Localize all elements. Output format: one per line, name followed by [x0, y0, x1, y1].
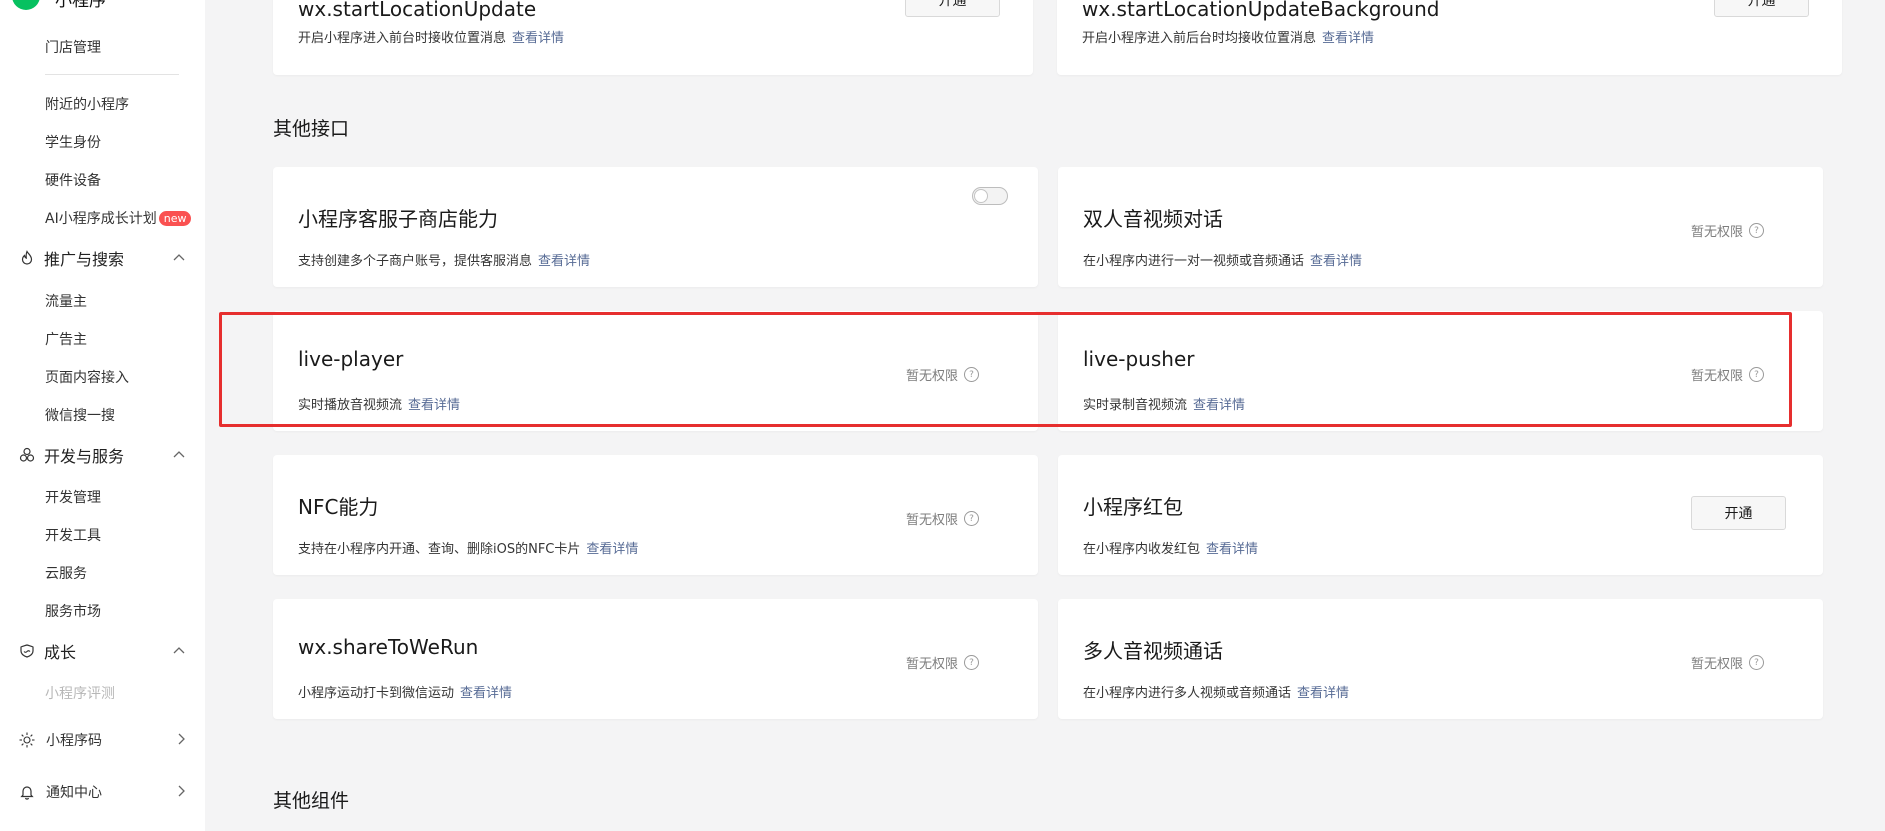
api-card-desc: 开启小程序进入前后台时均接收位置消息 查看详情 — [1082, 31, 1375, 46]
api-card-start-location-update-bg: wx.startLocationUpdateBackground 开启小程序进入… — [1057, 0, 1842, 75]
help-icon[interactable]: ? — [1749, 655, 1765, 670]
sidebar-item-advertiser[interactable]: 广告主 — [45, 329, 87, 349]
api-card-desc: 开启小程序进入前台时接收位置消息 查看详情 — [298, 31, 565, 46]
chevron-right-icon — [174, 731, 188, 750]
sidebar-item-hardware[interactable]: 硬件设备 — [45, 170, 101, 190]
enable-button[interactable]: 开通 — [905, 0, 1000, 17]
sidebar-item-label: AI小程序成长计划 — [45, 211, 157, 227]
no-permission-status: 暂无权限? — [1691, 221, 1765, 240]
chevron-right-icon — [174, 783, 188, 802]
sidebar-group-dev[interactable]: 开发与服务 — [18, 443, 188, 467]
api-card-desc: 小程序运动打卡到微信运动 查看详情 — [298, 686, 513, 701]
api-card-red-packet: 小程序红包 在小程序内收发红包 查看详情 开通 — [1058, 455, 1823, 575]
sidebar-item-store[interactable]: 门店管理 — [45, 37, 101, 57]
sidebar-item-page-content[interactable]: 页面内容接入 — [45, 367, 129, 387]
enable-button[interactable]: 开通 — [1691, 496, 1786, 530]
view-details-link[interactable]: 查看详情 — [538, 254, 590, 269]
api-card-title: wx.shareToWeRun — [298, 635, 479, 659]
highlight-annotation-box — [219, 312, 1792, 427]
sidebar-item-dev-tools[interactable]: 开发工具 — [45, 525, 101, 545]
chevron-up-icon[interactable] — [170, 446, 188, 464]
help-icon[interactable]: ? — [1749, 223, 1765, 238]
api-card-multi-av: 多人音视频通话 在小程序内进行多人视频或音频通话 查看详情 暂无权限? — [1058, 599, 1823, 719]
help-icon[interactable]: ? — [964, 511, 980, 526]
view-details-link[interactable]: 查看详情 — [1322, 31, 1374, 46]
logo-icon — [12, 0, 40, 10]
capability-toggle[interactable] — [972, 187, 1008, 205]
api-card-share-to-werun: wx.shareToWeRun 小程序运动打卡到微信运动 查看详情 暂无权限? — [273, 599, 1038, 719]
sidebar-group-promo[interactable]: 推广与搜索 — [18, 246, 188, 270]
no-permission-status: 暂无权限? — [906, 509, 980, 528]
sidebar-item-dev-manage[interactable]: 开发管理 — [45, 487, 101, 507]
help-icon[interactable]: ? — [964, 655, 980, 670]
api-card-title: wx.startLocationUpdate — [298, 0, 537, 21]
sidebar-item-service-market[interactable]: 服务市场 — [45, 601, 101, 621]
api-card-desc: 支持创建多个子商户账号，提供客服消息 查看详情 — [298, 254, 591, 269]
sidebar-item-label: 小程序码 — [46, 733, 102, 749]
api-card-desc: 支持在小程序内开通、查询、删除iOS的NFC卡片 查看详情 — [298, 542, 639, 557]
sidebar-item-ai-growth[interactable]: AI小程序成长计划 new — [45, 208, 192, 228]
view-details-link[interactable]: 查看详情 — [512, 31, 564, 46]
flame-icon — [18, 249, 36, 267]
api-card-title: wx.startLocationUpdateBackground — [1082, 0, 1440, 21]
no-permission-status: 暂无权限? — [906, 653, 980, 672]
chevron-up-icon[interactable] — [170, 249, 188, 267]
api-card-desc: 在小程序内进行一对一视频或音频通话 查看详情 — [1083, 254, 1363, 269]
api-card-title: 双人音视频对话 — [1083, 207, 1223, 231]
sidebar-item-student[interactable]: 学生身份 — [45, 132, 101, 152]
sidebar-item-label: 通知中心 — [46, 785, 102, 801]
toggle-knob — [974, 189, 988, 203]
growth-icon — [18, 642, 36, 660]
section-title-other-components: 其他组件 — [273, 790, 350, 812]
logo-text: 小程序 — [55, 0, 106, 11]
api-card-title: NFC能力 — [298, 495, 379, 519]
sidebar-item-qrcode[interactable]: 小程序码 — [18, 728, 188, 752]
new-badge: new — [158, 210, 192, 226]
api-card-dual-av: 双人音视频对话 在小程序内进行一对一视频或音频通话 查看详情 暂无权限? — [1058, 167, 1823, 287]
view-details-link[interactable]: 查看详情 — [460, 686, 512, 701]
chevron-up-icon[interactable] — [170, 642, 188, 660]
view-details-link[interactable]: 查看详情 — [1206, 542, 1258, 557]
no-permission-status: 暂无权限? — [1691, 653, 1765, 672]
sidebar-group-label: 成长 — [44, 643, 77, 662]
api-card-start-location-update: wx.startLocationUpdate 开启小程序进入前台时接收位置消息查… — [273, 0, 1033, 75]
bell-icon — [18, 783, 36, 801]
qrcode-sun-icon — [18, 731, 36, 749]
enable-button[interactable]: 开通 — [1714, 0, 1809, 17]
sidebar-item-nearby[interactable]: 附近的小程序 — [45, 94, 129, 114]
view-details-link[interactable]: 查看详情 — [586, 542, 638, 557]
sidebar-item-traffic-owner[interactable]: 流量主 — [45, 291, 87, 311]
api-card-desc: 在小程序内收发红包 查看详情 — [1083, 542, 1259, 557]
api-card-nfc: NFC能力 支持在小程序内开通、查询、删除iOS的NFC卡片 查看详情 暂无权限? — [273, 455, 1038, 575]
view-details-link[interactable]: 查看详情 — [1297, 686, 1349, 701]
api-card-title: 小程序红包 — [1083, 495, 1183, 519]
api-card-desc: 在小程序内进行多人视频或音频通话 查看详情 — [1083, 686, 1350, 701]
sidebar-item-cloud[interactable]: 云服务 — [45, 563, 87, 583]
sidebar-group-growth[interactable]: 成长 — [18, 639, 188, 663]
api-card-cs-substore: 小程序客服子商店能力 支持创建多个子商户账号，提供客服消息 查看详情 — [273, 167, 1038, 287]
section-title-other-api: 其他接口 — [273, 118, 350, 140]
sidebar: 小程序 门店管理 附近的小程序 学生身份 硬件设备 AI小程序成长计划 new 推… — [0, 0, 205, 831]
dev-services-icon — [18, 446, 36, 464]
sidebar-group-label: 推广与搜索 — [44, 250, 125, 269]
sidebar-divider — [45, 74, 179, 75]
sidebar-item-evaluation[interactable]: 小程序评测 — [45, 683, 115, 703]
view-details-link[interactable]: 查看详情 — [1310, 254, 1362, 269]
sidebar-item-wechat-search[interactable]: 微信搜一搜 — [45, 405, 115, 425]
sidebar-group-label: 开发与服务 — [44, 447, 125, 466]
api-card-title: 小程序客服子商店能力 — [298, 207, 498, 231]
sidebar-item-notify[interactable]: 通知中心 — [18, 780, 188, 804]
api-card-title: 多人音视频通话 — [1083, 639, 1223, 663]
